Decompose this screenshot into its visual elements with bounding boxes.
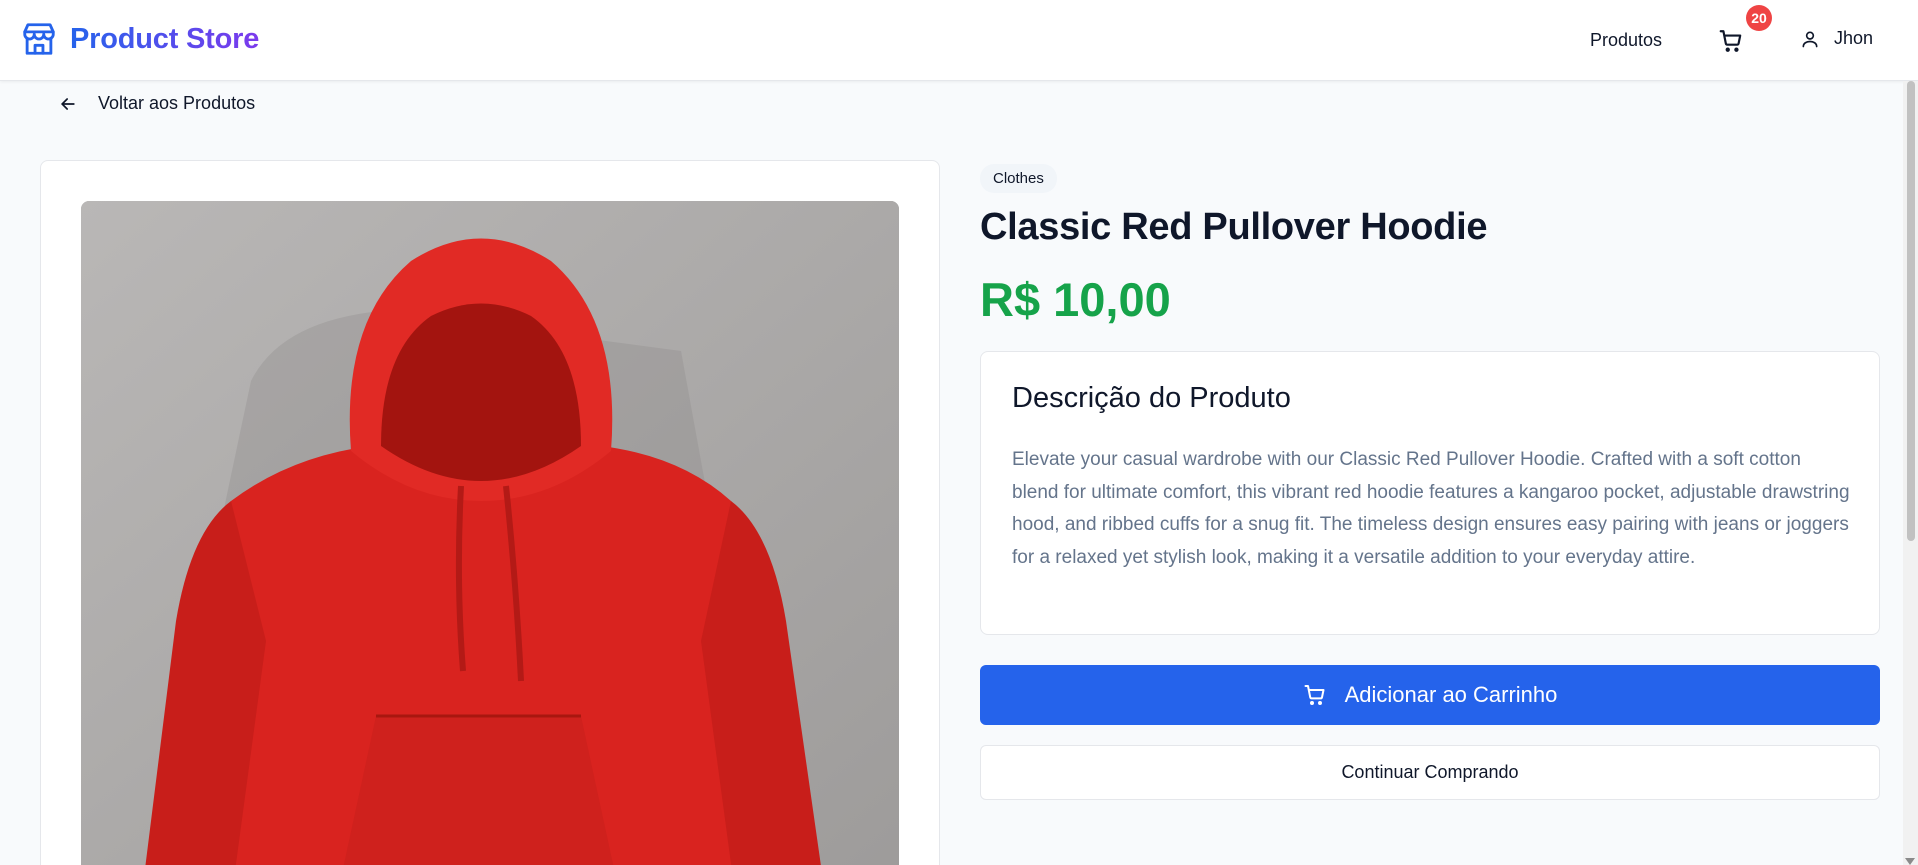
user-menu[interactable]: Jhon — [1800, 28, 1873, 49]
description-card: Descrição do Produto Elevate your casual… — [980, 351, 1880, 635]
product-image — [81, 201, 899, 865]
user-name: Jhon — [1834, 28, 1874, 48]
product-title: Classic Red Pullover Hoodie — [980, 206, 1488, 248]
add-to-cart-label: Adicionar ao Carrinho — [1344, 682, 1558, 707]
scrollbar-thumb[interactable] — [1907, 81, 1915, 541]
hoodie-illustration — [81, 201, 899, 865]
nav-link-produtos[interactable]: Produtos — [1590, 30, 1662, 51]
category-badge: Clothes — [980, 164, 1057, 193]
page-scrollbar[interactable] — [1903, 81, 1918, 865]
continue-shopping-button[interactable]: Continuar Comprando — [980, 745, 1880, 800]
top-navbar: Product Store Produtos 20 Jhon — [0, 0, 1918, 81]
cart-count-badge: 20 — [1746, 5, 1772, 31]
cart-icon[interactable] — [1718, 28, 1744, 54]
description-heading: Descrição do Produto — [1012, 382, 1291, 414]
brand-name: Product Store — [70, 22, 260, 55]
brand-logo-link[interactable]: Product Store — [20, 20, 259, 58]
description-text: Elevate your casual wardrobe with our Cl… — [1012, 449, 1850, 568]
product-image-card — [40, 160, 940, 865]
scroll-down-arrow-icon[interactable] — [1905, 858, 1915, 865]
back-link-label: Voltar aos Produtos — [98, 93, 256, 113]
product-price: R$ 10,00 — [980, 273, 1171, 326]
cart-icon — [1304, 685, 1325, 705]
continue-shopping-label: Continuar Comprando — [1341, 762, 1519, 782]
user-icon — [1802, 30, 1818, 47]
arrow-left-icon — [61, 97, 75, 110]
store-icon — [23, 23, 55, 55]
back-to-products-link[interactable]: Voltar aos Produtos — [58, 93, 255, 114]
add-to-cart-button[interactable]: Adicionar ao Carrinho — [980, 665, 1880, 725]
